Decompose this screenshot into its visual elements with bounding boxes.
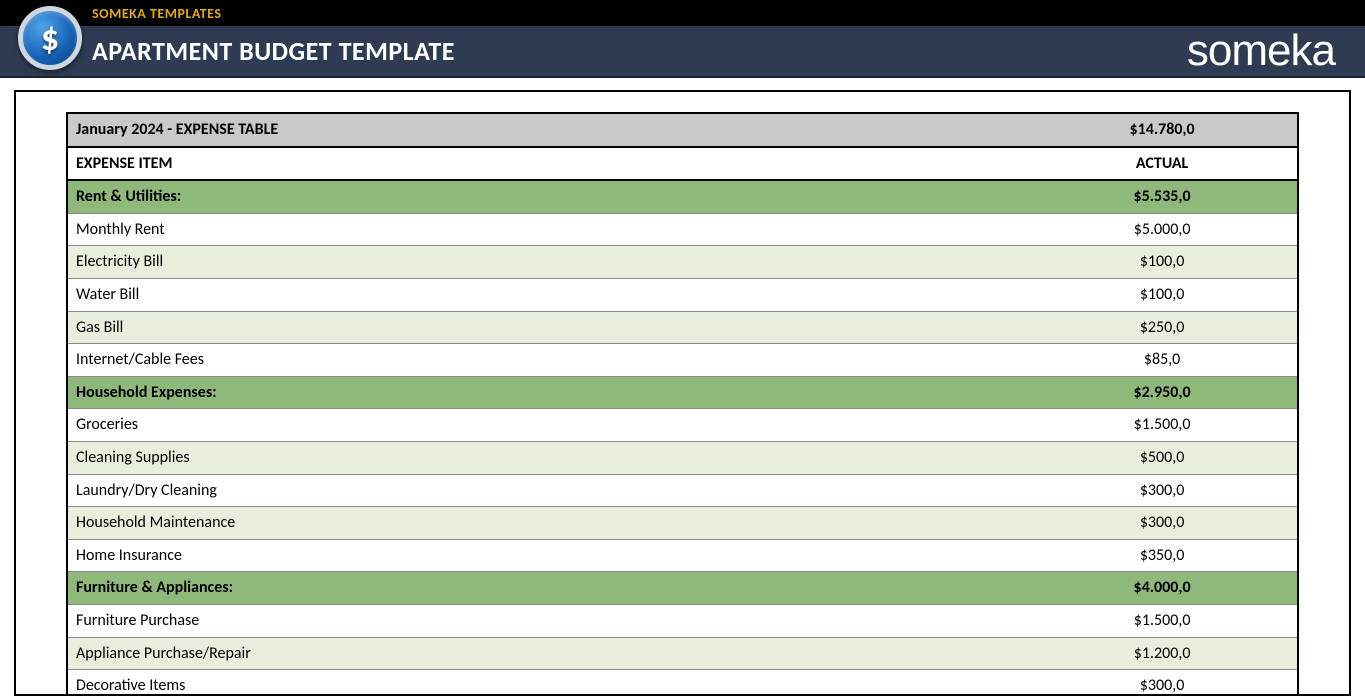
expense-item-label: Decorative Items [67, 670, 1027, 696]
title-bar: APARTMENT BUDGET TEMPLATE someka [0, 26, 1365, 78]
table-row: Appliance Purchase/Repair$1.200,0 [67, 637, 1298, 670]
col-header-value: ACTUAL [1027, 147, 1298, 181]
table-title: January 2024 - EXPENSE TABLE [67, 113, 1027, 147]
expense-item-value: $300,0 [1027, 474, 1298, 507]
dollar-symbol: $ [41, 20, 59, 56]
brand-logo: someka [1187, 26, 1335, 76]
expense-item-value: $100,0 [1027, 278, 1298, 311]
table-row: Gas Bill$250,0 [67, 311, 1298, 344]
table-row: Furniture Purchase$1.500,0 [67, 604, 1298, 637]
table-row: Electricity Bill$100,0 [67, 246, 1298, 279]
expense-item-label: Monthly Rent [67, 213, 1027, 246]
expense-item-label: Internet/Cable Fees [67, 344, 1027, 377]
expense-item-label: Water Bill [67, 278, 1027, 311]
table-row: Groceries$1.500,0 [67, 409, 1298, 442]
expense-item-value: $300,0 [1027, 507, 1298, 540]
col-header-label: EXPENSE ITEM [67, 147, 1027, 181]
expense-item-value: $1.500,0 [1027, 604, 1298, 637]
expense-item-value: $1.200,0 [1027, 637, 1298, 670]
expense-item-value: $1.500,0 [1027, 409, 1298, 442]
page-title: APARTMENT BUDGET TEMPLATE [92, 35, 455, 67]
table-row: Rent & Utilities:$5.535,0 [67, 180, 1298, 213]
category-total: $5.535,0 [1027, 180, 1298, 213]
category-label: Household Expenses: [67, 376, 1027, 409]
expense-item-label: Groceries [67, 409, 1027, 442]
expense-item-value: $350,0 [1027, 539, 1298, 572]
brand-top-text: SOMEKA TEMPLATES [92, 5, 221, 22]
table-row: Water Bill$100,0 [67, 278, 1298, 311]
expense-item-label: Gas Bill [67, 311, 1027, 344]
table-row: January 2024 - EXPENSE TABLE$14.780,0 [67, 113, 1298, 147]
expense-item-label: Laundry/Dry Cleaning [67, 474, 1027, 507]
expense-item-value: $300,0 [1027, 670, 1298, 696]
expense-item-value: $5.000,0 [1027, 213, 1298, 246]
sheet-frame: January 2024 - EXPENSE TABLE$14.780,0EXP… [14, 90, 1351, 696]
table-row: Cleaning Supplies$500,0 [67, 441, 1298, 474]
table-row: Decorative Items$300,0 [67, 670, 1298, 696]
category-total: $4.000,0 [1027, 572, 1298, 605]
expense-item-value: $85,0 [1027, 344, 1298, 377]
table-row: Internet/Cable Fees$85,0 [67, 344, 1298, 377]
grand-total: $14.780,0 [1027, 113, 1298, 147]
table-row: Laundry/Dry Cleaning$300,0 [67, 474, 1298, 507]
expense-item-label: Home Insurance [67, 539, 1027, 572]
expense-item-value: $100,0 [1027, 246, 1298, 279]
expense-item-label: Furniture Purchase [67, 604, 1027, 637]
expense-item-value: $250,0 [1027, 311, 1298, 344]
expense-item-label: Cleaning Supplies [67, 441, 1027, 474]
table-row: Household Expenses:$2.950,0 [67, 376, 1298, 409]
brand-bar: SOMEKA TEMPLATES [0, 0, 1365, 26]
category-total: $2.950,0 [1027, 376, 1298, 409]
content-wrap: January 2024 - EXPENSE TABLE$14.780,0EXP… [0, 78, 1365, 696]
expense-item-label: Appliance Purchase/Repair [67, 637, 1027, 670]
brand-logo-text: someka [1187, 26, 1335, 75]
table-row: Furniture & Appliances:$4.000,0 [67, 572, 1298, 605]
category-label: Rent & Utilities: [67, 180, 1027, 213]
table-row: Household Maintenance$300,0 [67, 507, 1298, 540]
table-row: Monthly Rent$5.000,0 [67, 213, 1298, 246]
table-row: Home Insurance$350,0 [67, 539, 1298, 572]
table-row: EXPENSE ITEMACTUAL [67, 147, 1298, 181]
dollar-logo-icon: $ [18, 6, 82, 70]
expense-item-label: Household Maintenance [67, 507, 1027, 540]
top-banner: SOMEKA TEMPLATES APARTMENT BUDGET TEMPLA… [0, 0, 1365, 78]
expense-item-label: Electricity Bill [67, 246, 1027, 279]
expense-item-value: $500,0 [1027, 441, 1298, 474]
category-label: Furniture & Appliances: [67, 572, 1027, 605]
expense-table: January 2024 - EXPENSE TABLE$14.780,0EXP… [66, 112, 1299, 696]
